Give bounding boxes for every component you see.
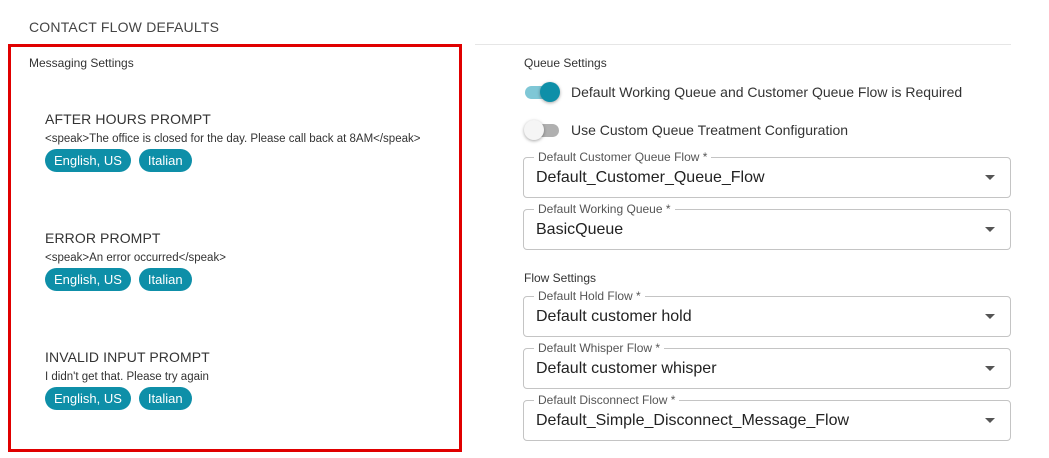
whisper-flow-select[interactable]: Default Whisper Flow * Default customer … xyxy=(523,341,1011,389)
field-label: Default Customer Queue Flow * xyxy=(534,150,712,164)
queue-settings-heading: Queue Settings xyxy=(524,56,607,70)
chevron-down-icon[interactable] xyxy=(985,314,995,319)
chevron-down-icon[interactable] xyxy=(985,418,995,423)
required-queue-toggle[interactable] xyxy=(524,82,560,102)
custom-queue-treatment-toggle-row: Use Custom Queue Treatment Configuration xyxy=(524,120,848,140)
chevron-down-icon[interactable] xyxy=(985,227,995,232)
prompt-text: I didn't get that. Please try again xyxy=(45,371,209,383)
prompt-text: <speak>The office is closed for the day.… xyxy=(45,133,421,145)
chevron-down-icon[interactable] xyxy=(985,175,995,180)
language-chip-english-us[interactable]: English, US xyxy=(45,387,131,410)
field-label: Default Working Queue * xyxy=(534,202,675,216)
language-chip-english-us[interactable]: English, US xyxy=(45,149,131,172)
section-divider xyxy=(475,44,1011,45)
working-queue-select[interactable]: Default Working Queue * BasicQueue xyxy=(523,202,1011,250)
custom-queue-treatment-toggle[interactable] xyxy=(524,120,560,140)
field-label: Default Disconnect Flow * xyxy=(534,393,680,407)
flow-settings-heading: Flow Settings xyxy=(524,271,597,285)
prompt-text: <speak>An error occurred</speak> xyxy=(45,252,226,264)
error-prompt: ERROR PROMPT <speak>An error occurred</s… xyxy=(45,230,455,291)
chevron-down-icon[interactable] xyxy=(985,366,995,371)
field-label: Default Whisper Flow * xyxy=(534,341,665,355)
prompt-title: AFTER HOURS PROMPT xyxy=(45,111,211,127)
language-chip-italian[interactable]: Italian xyxy=(138,387,192,410)
messaging-settings-heading: Messaging Settings xyxy=(29,56,134,70)
invalid-input-prompt: INVALID INPUT PROMPT I didn't get that. … xyxy=(45,349,455,410)
prompt-title: INVALID INPUT PROMPT xyxy=(45,349,210,365)
language-chip-italian[interactable]: Italian xyxy=(138,268,192,291)
required-queue-toggle-row: Default Working Queue and Customer Queue… xyxy=(524,82,962,102)
field-value: Default customer hold xyxy=(536,308,692,325)
language-chip-italian[interactable]: Italian xyxy=(138,149,192,172)
toggle-label: Default Working Queue and Customer Queue… xyxy=(571,84,963,100)
prompt-title: ERROR PROMPT xyxy=(45,230,161,246)
field-label: Default Hold Flow * xyxy=(534,289,645,303)
field-value: Default customer whisper xyxy=(536,360,717,377)
field-value: Default_Simple_Disconnect_Message_Flow xyxy=(536,412,850,429)
toggle-thumb xyxy=(524,120,544,140)
language-chip-english-us[interactable]: English, US xyxy=(45,268,131,291)
customer-queue-flow-select[interactable]: Default Customer Queue Flow * Default_Cu… xyxy=(523,150,1011,198)
field-value: BasicQueue xyxy=(536,221,624,238)
toggle-thumb xyxy=(540,82,560,102)
hold-flow-select[interactable]: Default Hold Flow * Default customer hol… xyxy=(523,289,1011,337)
section-title: CONTACT FLOW DEFAULTS xyxy=(29,19,220,35)
after-hours-prompt: AFTER HOURS PROMPT <speak>The office is … xyxy=(45,111,455,172)
disconnect-flow-select[interactable]: Default Disconnect Flow * Default_Simple… xyxy=(523,393,1011,441)
toggle-label: Use Custom Queue Treatment Configuration xyxy=(571,122,849,138)
field-value: Default_Customer_Queue_Flow xyxy=(536,169,765,186)
